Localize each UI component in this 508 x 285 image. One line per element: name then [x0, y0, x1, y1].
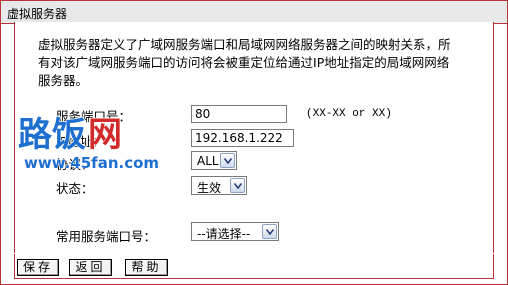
title-bar: 虚拟服务器	[1, 1, 507, 24]
protocol-select[interactable]: ALL	[191, 151, 237, 170]
chevron-down-icon[interactable]	[220, 153, 235, 168]
help-button[interactable]: 帮助	[125, 259, 168, 276]
page-title: 虚拟服务器	[7, 7, 68, 21]
service-port-input[interactable]	[191, 105, 287, 123]
save-button[interactable]: 保存	[17, 259, 59, 276]
description-text: 虚拟服务器定义了广域网服务端口和局域网网络服务器之间的映射关系，所有对该广域网服…	[38, 37, 451, 88]
status-label: 状态：	[56, 181, 94, 196]
common-port-value: --请选择--	[197, 227, 251, 241]
chevron-down-icon[interactable]	[230, 178, 245, 193]
port-format-hint: (XX-XX or XX)	[306, 108, 392, 120]
back-button[interactable]: 返回	[69, 259, 112, 276]
port-label: 服务端口号：	[56, 109, 132, 124]
protocol-label: 协议：	[56, 157, 94, 172]
ip-address-input[interactable]	[191, 129, 294, 147]
protocol-value: ALL	[197, 154, 219, 168]
ip-label: IP地址：	[56, 134, 105, 149]
status-select[interactable]: 生效	[191, 176, 247, 195]
chevron-down-icon[interactable]	[262, 224, 277, 239]
common-port-label: 常用服务端口号：	[56, 229, 157, 244]
status-value: 生效	[197, 181, 222, 195]
common-port-select[interactable]: --请选择--	[191, 222, 279, 241]
